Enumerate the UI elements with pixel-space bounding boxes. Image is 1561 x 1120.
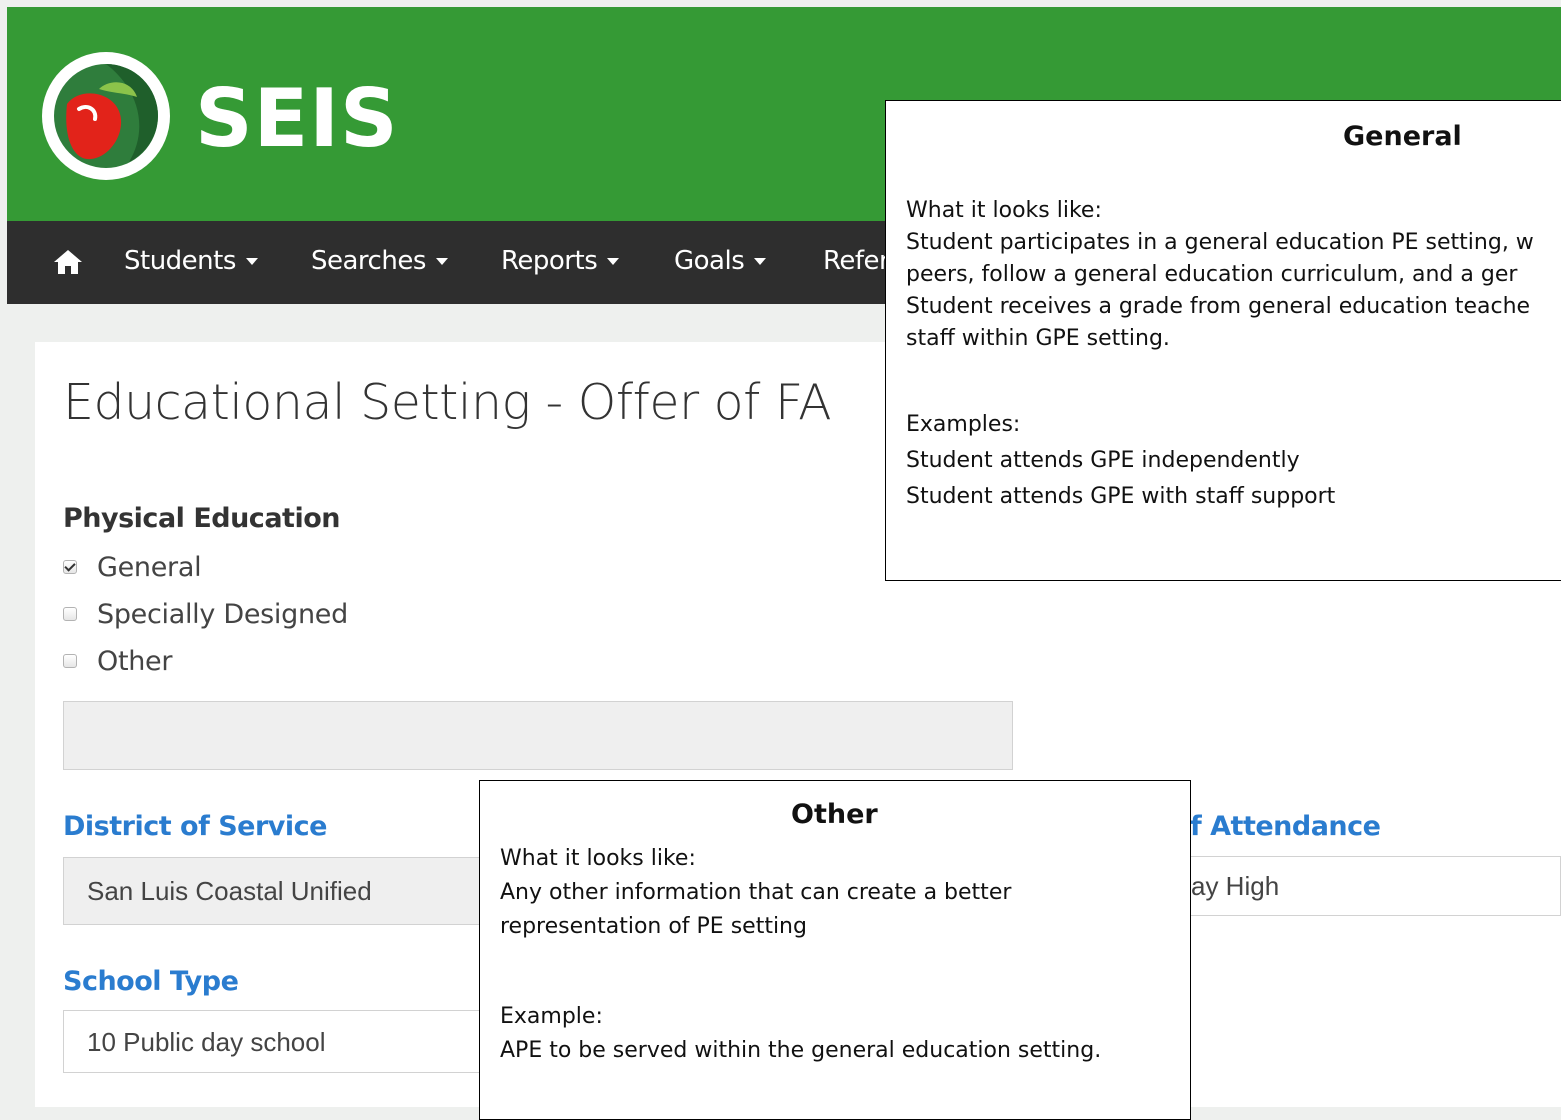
pe-option-other[interactable]: Other (63, 644, 172, 678)
general-tooltip-line: peers, follow a general education curric… (906, 262, 1518, 287)
other-info-tooltip: Other What it looks like: Any other info… (479, 780, 1191, 1120)
other-tooltip-line: Example: (500, 1004, 603, 1029)
nav-students-menu[interactable]: Students (124, 243, 258, 279)
district-of-service-field[interactable]: San Luis Coastal Unified (63, 857, 513, 925)
general-info-tooltip: General What it looks like: Student part… (885, 100, 1561, 581)
other-tooltip-line: What it looks like: (500, 846, 696, 871)
general-tooltip-line: Student attends GPE with staff support (906, 484, 1336, 509)
specially-designed-checkbox-label: Specially Designed (97, 598, 348, 630)
seis-logo-icon[interactable] (39, 49, 174, 184)
chevron-down-icon (435, 258, 448, 265)
other-tooltip-title: Other (791, 799, 878, 830)
pe-option-general[interactable]: General (63, 550, 202, 584)
page-title: Educational Setting - Offer of FA (63, 374, 832, 431)
physical-education-label: Physical Education (63, 503, 340, 534)
school-type-field[interactable]: 10 Public day school (63, 1010, 513, 1073)
home-icon[interactable] (53, 249, 83, 275)
general-tooltip-line: staff within GPE setting. (906, 326, 1170, 351)
school-of-attendance-label[interactable]: f Attendance (1190, 811, 1381, 842)
other-checkbox-label: Other (97, 645, 173, 677)
nav-goals-menu[interactable]: Goals (674, 243, 767, 279)
nav-searches-menu[interactable]: Searches (311, 243, 448, 279)
general-tooltip-line: Student receives a grade from general ed… (906, 294, 1531, 319)
nav-reports-menu[interactable]: Reports (501, 243, 620, 279)
pe-option-specially-designed[interactable]: Specially Designed (63, 597, 348, 631)
other-tooltip-line: APE to be served within the general educ… (500, 1038, 1102, 1063)
other-tooltip-line: Any other information that can create a … (500, 880, 1012, 905)
district-of-service-label[interactable]: District of Service (63, 811, 327, 842)
general-tooltip-line: Examples: (906, 412, 1021, 437)
nav-referrals-menu[interactable]: Refer (823, 243, 890, 279)
other-tooltip-line: representation of PE setting (500, 914, 807, 939)
general-checkbox-label: General (97, 551, 202, 583)
school-of-attendance-field[interactable]: ay High (1190, 856, 1561, 916)
brand-name: SEIS (195, 72, 399, 165)
chevron-down-icon (245, 258, 258, 265)
nav-students-label: Students (124, 246, 236, 276)
general-tooltip-line: Student attends GPE independently (906, 448, 1300, 473)
chevron-down-icon (754, 258, 767, 265)
school-type-label[interactable]: School Type (63, 966, 239, 997)
other-checkbox[interactable] (63, 654, 77, 668)
specially-designed-checkbox[interactable] (63, 607, 77, 621)
nav-goals-label: Goals (674, 246, 745, 276)
nav-searches-label: Searches (311, 246, 426, 276)
general-tooltip-title: General (1343, 121, 1462, 152)
nav-referrals-label: Refer (823, 246, 890, 276)
chevron-down-icon (607, 258, 620, 265)
pe-other-textarea[interactable] (63, 701, 1013, 770)
general-tooltip-line: Student participates in a general educat… (906, 230, 1534, 255)
general-tooltip-line: What it looks like: (906, 198, 1102, 223)
general-checkbox[interactable] (63, 560, 77, 574)
nav-reports-label: Reports (501, 246, 598, 276)
